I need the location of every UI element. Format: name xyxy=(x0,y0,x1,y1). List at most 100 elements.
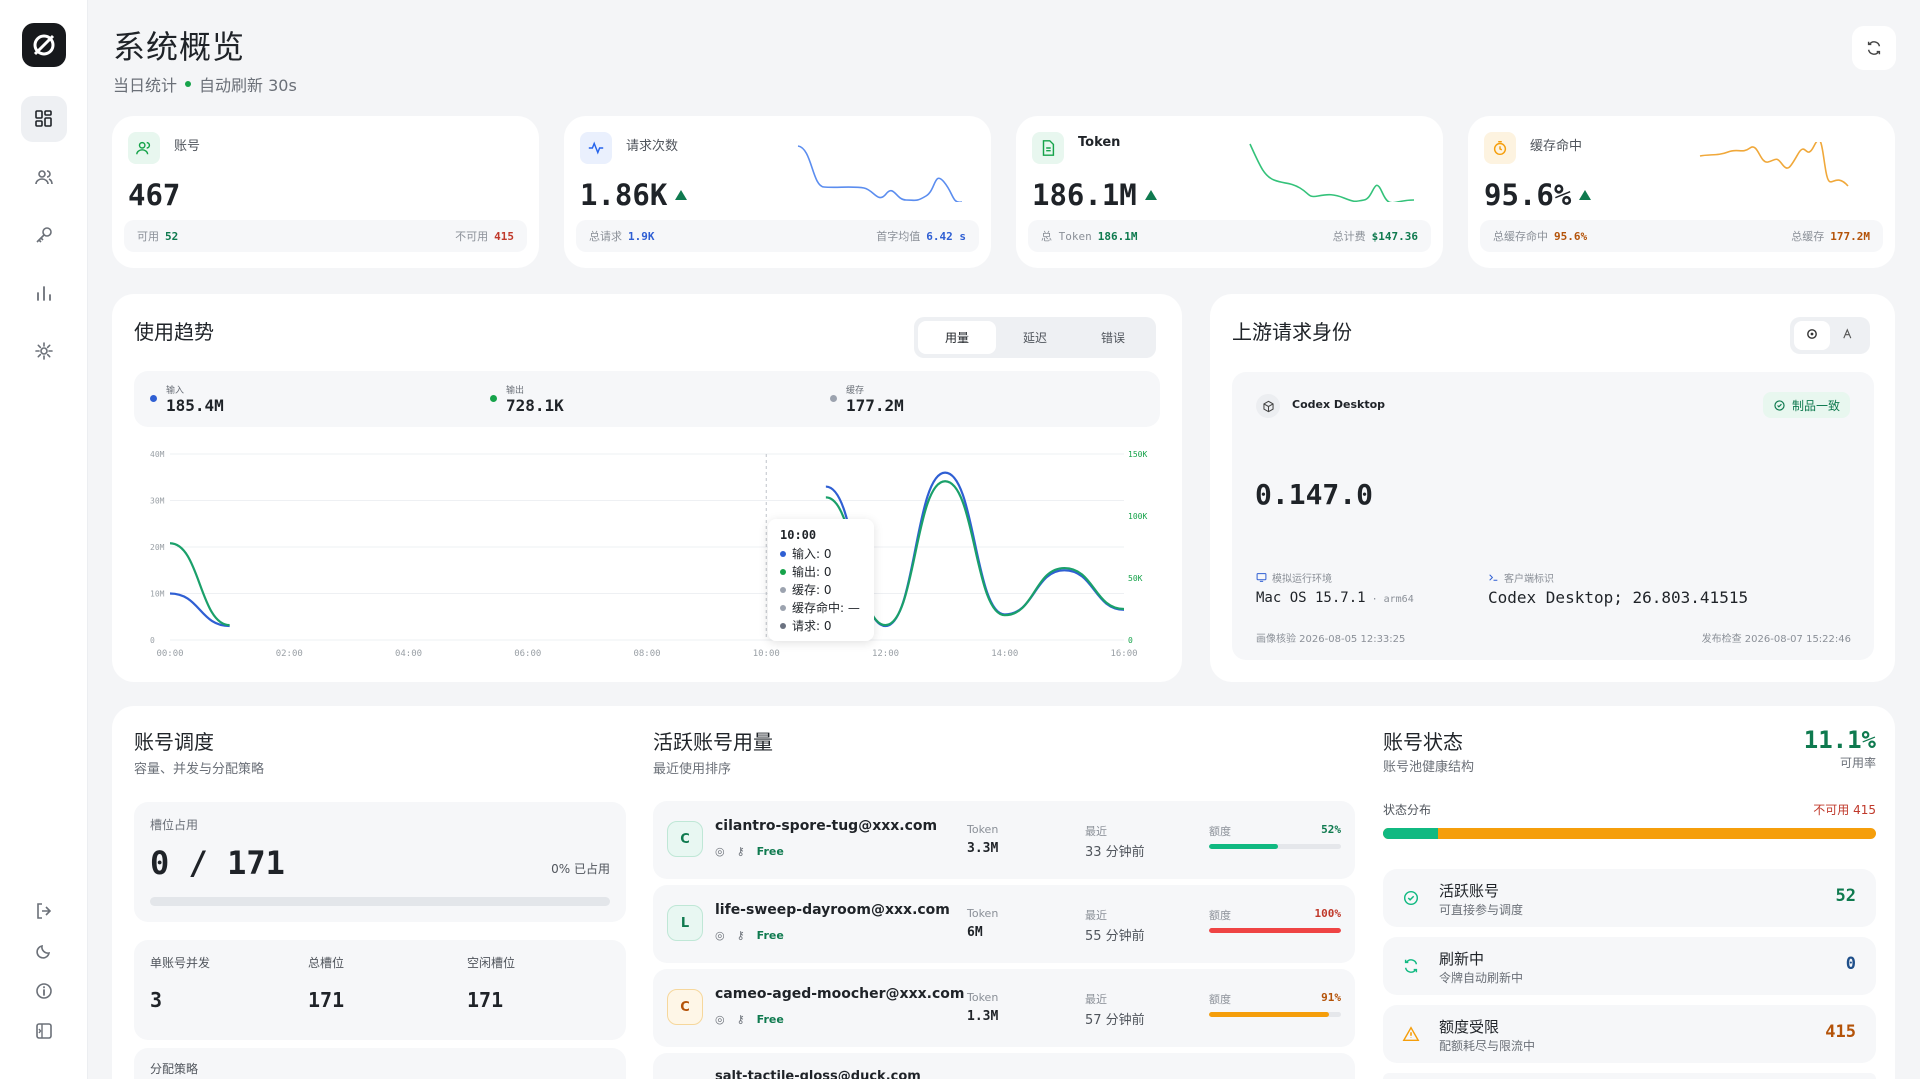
nav-info[interactable] xyxy=(21,971,67,1011)
stat-value: 95.6% xyxy=(1484,178,1592,212)
recent-value: 33 分钟前 xyxy=(1085,845,1145,860)
x-tick: 04:00 xyxy=(395,649,422,659)
page-title: 系统概览 xyxy=(113,28,246,66)
tab-errors[interactable]: 错误 xyxy=(1074,321,1152,354)
key-icon xyxy=(36,227,52,243)
nav-dashboard[interactable] xyxy=(21,96,67,142)
sparkline-token xyxy=(1249,143,1415,202)
tooltip-dot-icon xyxy=(780,551,786,557)
stat-idle-value: 171 xyxy=(467,988,504,1012)
legend-output[interactable]: 输出 728.1K xyxy=(506,383,564,415)
recent-value: 57 分钟前 xyxy=(1085,1013,1145,1028)
page-subtitle: 当日统计 自动刷新 30s xyxy=(113,72,297,96)
sidebar-toggle-icon xyxy=(36,1023,52,1039)
quota-fill xyxy=(1209,844,1278,849)
check-circle-icon xyxy=(1774,399,1785,411)
x-tick: 10:00 xyxy=(753,649,780,659)
stat-card-requests: 请求次数 1.86K 总请求 1.9K 首字均值 6.42 s xyxy=(564,116,991,268)
refresh-button[interactable] xyxy=(1852,26,1896,70)
legend-label: 缓存 xyxy=(846,386,865,396)
active-subtitle: 最近使用排序 xyxy=(653,762,732,777)
env-value: Mac OS 15.7.1 · arm64 xyxy=(1256,590,1414,606)
y-tick-left: 20M xyxy=(150,543,165,552)
tab-usage[interactable]: 用量 xyxy=(918,321,996,354)
availability-label: 可用率 xyxy=(1839,756,1876,770)
logo-icon xyxy=(33,34,55,56)
status-row-value: 0 xyxy=(1845,954,1856,974)
stat-total-label: 总槽位 xyxy=(308,956,345,970)
stat-footer: 总 Token 186.1M 总计费 $147.36 xyxy=(1028,220,1431,252)
legend-cache[interactable]: 缓存 177.2M xyxy=(846,383,904,415)
account-row[interactable]: L life-sweep-dayroom@xxx.com ◎ ⚷ Free Toke… xyxy=(653,885,1355,963)
nav-stats[interactable] xyxy=(21,270,67,316)
info-icon xyxy=(36,983,52,999)
env-label-text: 模拟运行环境 xyxy=(1272,574,1332,585)
status-row-active[interactable]: 活跃账号 可直接参与调度 52 xyxy=(1383,869,1876,927)
account-row[interactable]: C cilantro-spore-tug@xxx.com ◎ ⚷ Free Toke… xyxy=(653,801,1355,879)
status-row-title: 额度受限 xyxy=(1439,1018,1500,1036)
trend-legend xyxy=(134,371,1160,427)
tooltip-time: 10:00 xyxy=(780,528,817,542)
strategy-label: 分配策略 xyxy=(150,1062,199,1076)
status-row-title: 活跃账号 xyxy=(1439,882,1500,900)
usage-trend-chart[interactable]: 0 10M 20M 30M 40M 0 50K 100K 150K 00:00 02:00 04:00… xyxy=(134,440,1160,670)
nav-collapse[interactable] xyxy=(21,1011,67,1051)
token-value: 1.3M xyxy=(967,1009,999,1024)
tooltip-dot-icon xyxy=(780,587,786,593)
account-row[interactable]: C cameo-aged-moocher@xxx.com ◎ ⚷ Free Toke… xyxy=(653,969,1355,1047)
key-icon: ⚷ xyxy=(736,1013,745,1026)
status-row-limited[interactable]: 额度受限 配额耗尽与限流中 415 xyxy=(1383,1005,1876,1063)
stat-card-cache: 缓存命中 95.6% 总缓存命中 95.6% 总缓存 177.2M xyxy=(1468,116,1895,268)
nav-settings[interactable] xyxy=(21,328,67,374)
status-row-value: 415 xyxy=(1825,1022,1856,1042)
status-row-refreshing[interactable]: 刷新中 令牌自动刷新中 0 xyxy=(1383,937,1876,995)
foot-left-label: 可用 xyxy=(137,230,159,243)
foot-right-value: 415 xyxy=(494,230,514,243)
nav-logout[interactable] xyxy=(21,891,67,931)
slot-stats-panel: 单账号并发 3 总槽位 171 空闲槽位 171 xyxy=(134,940,626,1040)
distribution-bar xyxy=(1383,828,1876,839)
slot-label: 槽位占用 xyxy=(150,818,199,832)
col-quota-label: 额度 xyxy=(1209,909,1231,922)
stat-concurrency-label: 单账号并发 xyxy=(150,956,211,970)
recent-value: 55 分钟前 xyxy=(1085,929,1145,944)
nav-theme[interactable] xyxy=(21,931,67,971)
stat-label: Token xyxy=(1078,135,1121,150)
tab-latency[interactable]: 延迟 xyxy=(996,321,1074,354)
stat-card-token: Token 186.1M 总 Token 186.1M 总计费 $147.36 xyxy=(1016,116,1443,268)
nav-accounts[interactable] xyxy=(21,154,67,200)
tooltip-dot-icon xyxy=(780,605,786,611)
stat-footer: 可用 52 不可用 415 xyxy=(124,220,527,252)
quota-value: 91% xyxy=(1321,991,1341,1004)
distribution-unavailable: 不可用 415 xyxy=(1813,803,1876,817)
logout-icon xyxy=(37,903,52,919)
legend-dot-icon xyxy=(830,395,837,402)
slot-percent: 0% 已占用 xyxy=(551,862,610,876)
bar-chart-icon xyxy=(37,286,51,301)
quota-bar xyxy=(1209,928,1341,933)
toggle-openai[interactable] xyxy=(1794,321,1830,350)
users-icon xyxy=(128,132,160,164)
col-quota-label: 额度 xyxy=(1209,825,1231,838)
avatar: C xyxy=(667,989,703,1025)
moon-icon xyxy=(36,944,51,959)
y-tick-left: 10M xyxy=(150,590,165,599)
app-logo[interactable] xyxy=(22,23,66,67)
foot-left-label: 总 Token xyxy=(1041,230,1092,243)
gear-icon xyxy=(35,342,53,360)
y-tick-right: 50K xyxy=(1128,574,1143,583)
x-tick: 08:00 xyxy=(633,649,660,659)
refresh-icon xyxy=(1867,41,1881,55)
subtitle-text: 当日统计 xyxy=(113,76,178,95)
account-email: salt-tactile-gloss@duck.com xyxy=(715,1069,921,1079)
legend-input[interactable]: 输入 185.4M xyxy=(166,383,224,415)
warning-icon xyxy=(1401,1024,1421,1044)
account-row[interactable]: salt-tactile-gloss@duck.com xyxy=(653,1053,1355,1079)
nav-keys[interactable] xyxy=(21,212,67,258)
toggle-anthropic[interactable] xyxy=(1830,321,1866,350)
legend-dot-icon xyxy=(150,395,157,402)
stat-value: 186.1M xyxy=(1032,178,1157,212)
status-row-value: 52 xyxy=(1835,886,1856,906)
timer-icon xyxy=(1484,132,1516,164)
tooltip-row: 输入: 0 xyxy=(792,547,832,561)
